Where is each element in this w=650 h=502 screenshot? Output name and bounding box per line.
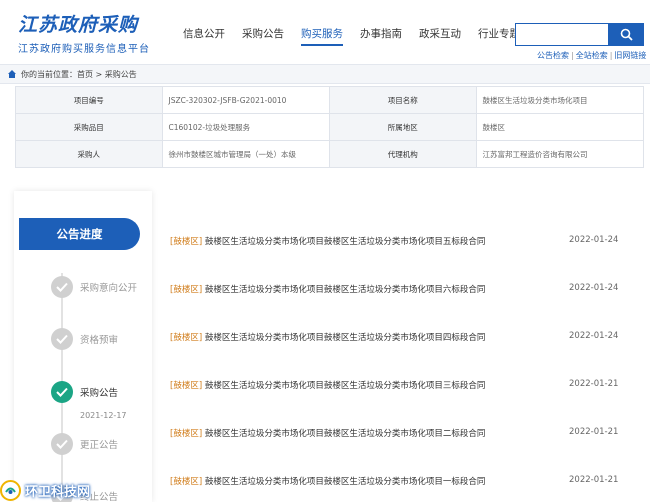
value-category: C160102-垃圾处理服务	[161, 113, 331, 141]
list-item[interactable]: [鼓楼区] 鼓楼区生活垃圾分类市场化项目鼓楼区生活垃圾分类市场化项目三标段合同 …	[170, 379, 630, 395]
item-title[interactable]: 鼓楼区生活垃圾分类市场化项目鼓楼区生活垃圾分类市场化项目六标段合同	[205, 285, 486, 295]
nav-item-purchase-service[interactable]: 购买服务	[301, 26, 343, 46]
value-agency: 江苏富邦工程造价咨询有限公司	[475, 140, 645, 168]
search-input[interactable]	[515, 23, 609, 46]
link-old-site[interactable]: 旧网链接	[614, 51, 646, 60]
item-region: [鼓楼区]	[170, 429, 203, 439]
nav-item-info-disclosure[interactable]: 信息公开	[183, 26, 225, 46]
quick-links: 公告检索 | 全站检索 | 旧网链接	[537, 51, 647, 60]
main-nav: 信息公开 采购公告 购买服务 办事指南 政采互动 行业专题	[183, 26, 537, 46]
site-subtitle: 江苏政府购买服务信息平台	[18, 44, 150, 55]
home-icon	[8, 70, 16, 78]
progress-heading: 公告进度	[19, 218, 140, 250]
item-date: 2022-01-21	[569, 379, 619, 389]
label-category: 采购品目	[15, 113, 163, 141]
watermark: 环卫科技网	[0, 478, 90, 502]
site-logo[interactable]: 江苏政府采购	[18, 10, 138, 37]
item-date: 2022-01-21	[569, 427, 619, 437]
item-date: 2022-01-24	[569, 331, 619, 341]
label-purchaser: 采购人	[15, 140, 163, 168]
item-region: [鼓楼区]	[170, 333, 203, 343]
item-title[interactable]: 鼓楼区生活垃圾分类市场化项目鼓楼区生活垃圾分类市场化项目三标段合同	[205, 381, 486, 391]
item-title[interactable]: 鼓楼区生活垃圾分类市场化项目鼓楼区生活垃圾分类市场化项目二标段合同	[205, 429, 486, 439]
list-item[interactable]: [鼓楼区] 鼓楼区生活垃圾分类市场化项目鼓楼区生活垃圾分类市场化项目四标段合同 …	[170, 331, 630, 347]
table-row: 采购品目 C160102-垃圾处理服务 所属地区 鼓楼区	[15, 113, 645, 141]
label-project-number: 项目编号	[15, 86, 163, 114]
breadcrumb: 你的当前位置： 首页 > 采购公告	[0, 64, 650, 84]
step-label: 采购公告	[80, 388, 119, 399]
list-item[interactable]: [鼓楼区] 鼓楼区生活垃圾分类市场化项目鼓楼区生活垃圾分类市场化项目一标段合同 …	[170, 475, 630, 491]
step-label: 资格预审	[80, 335, 119, 346]
label-project-name: 项目名称	[329, 86, 477, 114]
nav-item-topics[interactable]: 行业专题	[478, 26, 520, 46]
check-icon	[51, 328, 73, 350]
list-item[interactable]: [鼓楼区] 鼓楼区生活垃圾分类市场化项目鼓楼区生活垃圾分类市场化项目六标段合同 …	[170, 283, 630, 299]
watermark-logo-icon	[0, 479, 21, 501]
item-region: [鼓楼区]	[170, 285, 203, 295]
nav-item-guide[interactable]: 办事指南	[360, 26, 402, 46]
check-icon	[51, 381, 73, 403]
value-project-number: JSZC-320302-JSFB-G2021-0010	[161, 86, 331, 114]
label-region: 所属地区	[329, 113, 477, 141]
nav-item-interaction[interactable]: 政采互动	[419, 26, 461, 46]
label-agency: 代理机构	[329, 140, 477, 168]
step-date: 2021-12-17	[80, 411, 127, 420]
item-title[interactable]: 鼓楼区生活垃圾分类市场化项目鼓楼区生活垃圾分类市场化项目四标段合同	[205, 333, 486, 343]
nav-item-procurement-notice[interactable]: 采购公告	[242, 26, 284, 46]
watermark-text: 环卫科技网	[25, 484, 91, 500]
item-region: [鼓楼区]	[170, 381, 203, 391]
table-row: 项目编号 JSZC-320302-JSFB-G2021-0010 项目名称 鼓楼…	[15, 86, 645, 114]
step-label: 更正公告	[80, 440, 119, 451]
list-item[interactable]: [鼓楼区] 鼓楼区生活垃圾分类市场化项目鼓楼区生活垃圾分类市场化项目五标段合同 …	[170, 235, 630, 251]
item-date: 2022-01-24	[569, 283, 619, 293]
breadcrumb-prefix: 你的当前位置：	[21, 69, 77, 79]
search-icon	[620, 28, 633, 41]
progress-panel: 公告进度 采购意向公开 资格预审 采购公告 2021-12-17 更正公告 终止…	[14, 191, 152, 502]
step-label: 采购意向公开	[80, 283, 138, 294]
breadcrumb-path[interactable]: 首页 > 采购公告	[77, 69, 137, 80]
check-icon	[51, 433, 73, 455]
site-header: 江苏政府采购 江苏政府购买服务信息平台 信息公开 采购公告 购买服务 办事指南 …	[0, 0, 650, 64]
link-site-search[interactable]: 全站检索	[576, 51, 608, 60]
project-info-table: 项目编号 JSZC-320302-JSFB-G2021-0010 项目名称 鼓楼…	[15, 86, 645, 168]
item-region: [鼓楼区]	[170, 237, 203, 247]
item-title[interactable]: 鼓楼区生活垃圾分类市场化项目鼓楼区生活垃圾分类市场化项目一标段合同	[205, 477, 486, 487]
list-item[interactable]: [鼓楼区] 鼓楼区生活垃圾分类市场化项目鼓楼区生活垃圾分类市场化项目二标段合同 …	[170, 427, 630, 443]
value-project-name: 鼓楼区生活垃圾分类市场化项目	[475, 86, 645, 114]
link-notice-search[interactable]: 公告检索	[537, 51, 569, 60]
item-title[interactable]: 鼓楼区生活垃圾分类市场化项目鼓楼区生活垃圾分类市场化项目五标段合同	[205, 237, 486, 247]
search-button[interactable]	[609, 23, 644, 46]
check-icon	[51, 276, 73, 298]
value-region: 鼓楼区	[475, 113, 645, 141]
value-purchaser: 徐州市鼓楼区城市管理局（一处）本级	[161, 140, 331, 168]
table-row: 采购人 徐州市鼓楼区城市管理局（一处）本级 代理机构 江苏富邦工程造价咨询有限公…	[15, 140, 645, 168]
item-region: [鼓楼区]	[170, 477, 203, 487]
item-date: 2022-01-21	[569, 475, 619, 485]
item-date: 2022-01-24	[569, 235, 619, 245]
